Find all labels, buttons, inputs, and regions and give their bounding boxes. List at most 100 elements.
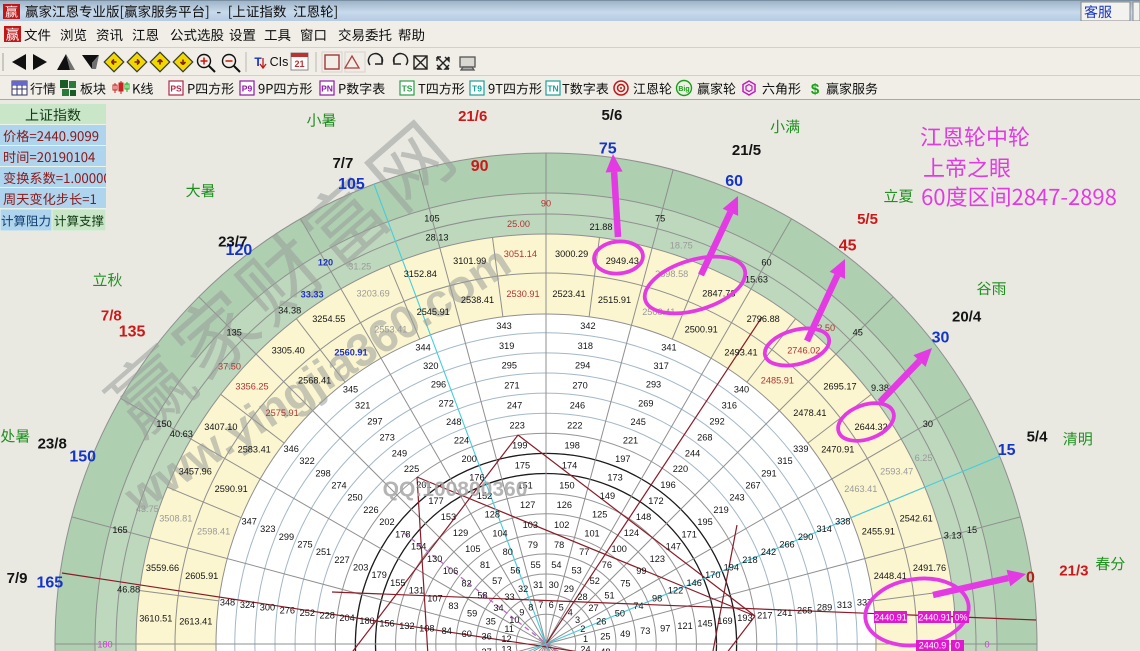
svg-text:224: 224 xyxy=(454,435,469,445)
svg-text:169: 169 xyxy=(717,616,732,626)
svg-text:25.00: 25.00 xyxy=(507,219,530,229)
svg-text:21/6: 21/6 xyxy=(458,108,487,125)
svg-text:132: 132 xyxy=(399,621,414,631)
svg-text:225: 225 xyxy=(404,464,419,474)
svg-text:PS: PS xyxy=(170,84,182,94)
svg-text:0: 0 xyxy=(1026,569,1035,586)
svg-text:271: 271 xyxy=(504,381,519,391)
svg-text:266: 266 xyxy=(779,540,794,550)
svg-text:97: 97 xyxy=(660,624,670,634)
svg-text:218: 218 xyxy=(742,555,757,565)
svg-text:15: 15 xyxy=(967,525,977,535)
svg-text:15.63: 15.63 xyxy=(745,275,768,285)
svg-text:125: 125 xyxy=(592,510,607,520)
svg-text:204: 204 xyxy=(339,613,354,623)
svg-text:251: 251 xyxy=(316,547,331,557)
svg-text:313: 313 xyxy=(837,600,852,610)
svg-text:123: 123 xyxy=(650,554,665,564)
svg-text:90: 90 xyxy=(541,198,551,208)
svg-text:3559.66: 3559.66 xyxy=(146,563,179,573)
svg-text:270: 270 xyxy=(572,381,587,391)
svg-text:250: 250 xyxy=(347,493,362,503)
svg-text:104: 104 xyxy=(492,528,507,538)
svg-text:81: 81 xyxy=(480,560,490,570)
svg-text:198: 198 xyxy=(565,440,580,450)
svg-text:252: 252 xyxy=(300,608,315,618)
svg-text:245: 245 xyxy=(631,417,646,427)
svg-text:126: 126 xyxy=(557,500,572,510)
svg-text:2463.41: 2463.41 xyxy=(844,484,877,494)
svg-text:298: 298 xyxy=(315,468,330,478)
svg-text:153: 153 xyxy=(441,512,456,522)
svg-text:PN: PN xyxy=(321,84,333,94)
svg-text:77: 77 xyxy=(579,547,589,557)
svg-text:148: 148 xyxy=(636,512,651,522)
svg-text:124: 124 xyxy=(624,528,639,538)
svg-text:180: 180 xyxy=(97,639,112,649)
svg-text:345: 345 xyxy=(343,385,358,395)
svg-text:275: 275 xyxy=(297,540,312,550)
svg-text:170: 170 xyxy=(705,570,720,580)
svg-text:105: 105 xyxy=(465,544,480,554)
svg-text:135: 135 xyxy=(227,328,242,338)
svg-text:2523.41: 2523.41 xyxy=(552,289,585,299)
svg-text:79: 79 xyxy=(528,540,538,550)
svg-text:273: 273 xyxy=(380,432,395,442)
svg-text:TN: TN xyxy=(547,84,558,94)
svg-text:241: 241 xyxy=(777,608,792,618)
svg-text:120: 120 xyxy=(318,257,333,267)
svg-text:129: 129 xyxy=(453,528,468,538)
svg-text:21: 21 xyxy=(294,59,304,69)
svg-text:145: 145 xyxy=(697,618,712,628)
svg-text:2575.91: 2575.91 xyxy=(265,408,298,418)
svg-text:314: 314 xyxy=(817,524,832,534)
svg-text:108: 108 xyxy=(419,624,434,634)
svg-text:34.38: 34.38 xyxy=(278,305,301,315)
svg-text:150: 150 xyxy=(559,480,574,490)
svg-text:2478.41: 2478.41 xyxy=(793,408,826,418)
svg-text:QQ:100800360: QQ:100800360 xyxy=(383,478,528,501)
svg-text:242: 242 xyxy=(761,547,776,557)
svg-text:$: $ xyxy=(811,81,820,98)
svg-text:7: 7 xyxy=(538,600,543,610)
svg-text:2583.41: 2583.41 xyxy=(238,444,271,454)
svg-text:82: 82 xyxy=(461,578,471,588)
svg-text:60: 60 xyxy=(725,173,743,190)
svg-text:243: 243 xyxy=(729,493,744,503)
svg-text:2455.91: 2455.91 xyxy=(862,527,895,537)
svg-text:2500.91: 2500.91 xyxy=(685,325,718,335)
svg-text:3101.99: 3101.99 xyxy=(453,256,486,266)
svg-text:53: 53 xyxy=(571,565,581,575)
svg-text:15: 15 xyxy=(998,442,1016,459)
svg-text:3: 3 xyxy=(575,615,580,625)
svg-text:105: 105 xyxy=(338,176,365,193)
svg-text:3305.40: 3305.40 xyxy=(272,345,305,355)
svg-text:150: 150 xyxy=(156,419,171,429)
svg-text:2485.91: 2485.91 xyxy=(761,375,794,385)
svg-text:171: 171 xyxy=(682,529,697,539)
svg-text:5/4: 5/4 xyxy=(1027,429,1049,446)
svg-text:196: 196 xyxy=(660,480,675,490)
svg-text:2593.47: 2593.47 xyxy=(880,466,913,476)
svg-text:127: 127 xyxy=(520,500,535,510)
svg-text:3508.81: 3508.81 xyxy=(159,514,192,524)
svg-text:339: 339 xyxy=(793,444,808,454)
svg-text:2560.91: 2560.91 xyxy=(334,348,367,358)
svg-text:2590.91: 2590.91 xyxy=(215,484,248,494)
svg-text:122: 122 xyxy=(668,586,683,596)
svg-text:26: 26 xyxy=(596,616,606,626)
svg-text:21.88: 21.88 xyxy=(590,222,613,232)
svg-text:146: 146 xyxy=(687,578,702,588)
svg-text:228: 228 xyxy=(320,611,335,621)
svg-text:226: 226 xyxy=(363,505,378,515)
svg-text:25: 25 xyxy=(600,632,610,642)
svg-text:100: 100 xyxy=(612,544,627,554)
svg-text:175: 175 xyxy=(515,460,530,470)
svg-text:2530.91: 2530.91 xyxy=(506,289,539,299)
svg-text:51: 51 xyxy=(604,591,614,601)
svg-text:50: 50 xyxy=(615,609,625,619)
svg-text:75: 75 xyxy=(599,140,617,157)
svg-text:221: 221 xyxy=(623,435,638,445)
svg-text:2695.17: 2695.17 xyxy=(823,382,856,392)
svg-text:90: 90 xyxy=(471,158,489,175)
